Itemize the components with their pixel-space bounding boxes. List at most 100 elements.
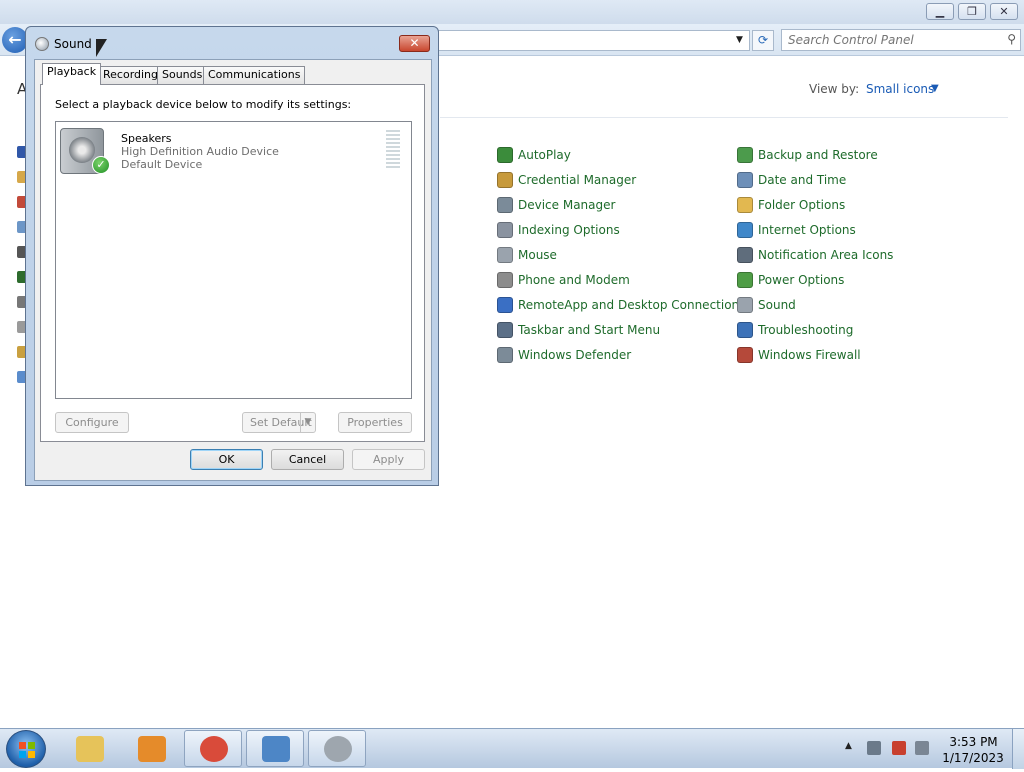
cp-item-indexing-options[interactable]: Indexing Options [497,221,620,239]
chevron-down-icon[interactable]: ▼ [300,413,315,432]
taskbar-button-sound[interactable] [308,730,366,767]
tray-expand-icon[interactable]: ▲ [845,741,852,751]
sound-dialog-icon [35,37,49,51]
date-time-icon [737,172,753,188]
chevron-down-icon[interactable]: ▼ [931,83,939,94]
cp-item-label: Backup and Restore [758,148,878,162]
sound-taskbar-icon [324,736,352,762]
volume-icon[interactable] [915,741,929,755]
show-desktop-button[interactable] [1012,729,1024,769]
cp-item-label: Internet Options [758,223,856,237]
cp-item-label: Taskbar and Start Menu [518,323,661,337]
cp-item-date-and-time[interactable]: Date and Time [737,171,846,189]
set-default-button[interactable]: Set Default ▼ [242,412,316,433]
cp-item-credential-manager[interactable]: Credential Manager [497,171,636,189]
clock-time[interactable]: 3:53 PM [946,735,1001,749]
cp-item-label: Credential Manager [518,173,637,187]
playback-tab-panel: Select a playback device below to modify… [40,84,425,442]
cp-item-device-manager[interactable]: Device Manager [497,196,615,214]
clock-date[interactable]: 1/17/2023 [942,751,1004,765]
device-list[interactable]: ✓ Speakers High Definition Audio Device … [55,121,412,399]
folder-options-icon [737,197,753,213]
cp-item-label: Notification Area Icons [758,248,894,262]
cp-item-label: Power Options [758,273,845,287]
control-panel-titlebar: ▁ ❐ ✕ [0,0,1024,24]
taskbar-button-control-panel[interactable] [246,730,304,767]
sound-icon [737,297,753,313]
cp-item-power-options[interactable]: Power Options [737,271,844,289]
tab-sounds[interactable]: Sounds [157,66,208,84]
cp-item-label: Windows Firewall [758,348,861,362]
device-description: High Definition Audio Device [121,145,279,158]
device-manager-icon [497,197,513,213]
cp-item-windows-defender[interactable]: Windows Defender [497,346,631,364]
indexing-options-icon [497,222,513,238]
cp-item-phone-and-modem[interactable]: Phone and Modem [497,271,630,289]
device-name: Speakers [121,132,172,145]
device-status: Default Device [121,158,203,171]
apply-button[interactable]: Apply [352,449,425,470]
remoteapp-icon [497,297,513,313]
cp-item-taskbar-and-start-menu[interactable]: Taskbar and Start Menu [497,321,660,339]
dialog-title: Sound [54,37,92,51]
divider [440,117,1008,118]
cp-item-notification-area-icons[interactable]: Notification Area Icons [737,246,893,264]
tab-playback[interactable]: Playback [42,63,102,85]
cp-item-label: Date and Time [758,173,847,187]
windows-defender-icon [497,347,513,363]
cp-item-backup-and-restore[interactable]: Backup and Restore [737,146,878,164]
view-by-dropdown[interactable]: Small icons [866,82,934,96]
cp-item-mouse[interactable]: Mouse [497,246,557,264]
cancel-button[interactable]: Cancel [271,449,344,470]
maximize-button[interactable]: ❐ [958,3,986,20]
taskbar-icon [497,322,513,338]
start-button[interactable] [6,730,46,768]
cp-item-label: RemoteApp and Desktop Connections [518,298,746,312]
cp-item-label: Troubleshooting [758,323,854,337]
volume-level-meter [386,130,400,170]
tab-recording[interactable]: Recording [98,66,164,84]
mouse-cursor-icon [96,39,107,57]
cp-item-label: Windows Defender [518,348,632,362]
search-box[interactable]: ⚲ [781,29,1021,51]
network-icon[interactable] [867,741,881,755]
taskbar-button-media-player[interactable] [122,730,180,767]
tab-communications[interactable]: Communications [203,66,306,84]
sound-dialog: Sound ✕ Playback Recording Sounds Commun… [25,26,439,486]
search-icon[interactable]: ⚲ [1007,32,1016,46]
default-check-icon: ✓ [92,156,110,174]
taskbar-button-explorer[interactable] [60,730,118,767]
cp-item-label: Mouse [518,248,557,262]
cp-item-label: Sound [758,298,796,312]
windows-firewall-icon [737,347,753,363]
taskbar-button-chrome[interactable] [184,730,242,767]
cp-item-remoteapp-and-desktop-connections[interactable]: RemoteApp and Desktop Connections [497,296,745,314]
control-panel-icon [262,736,290,762]
address-dropdown-icon[interactable]: ▼ [730,30,750,51]
phone-modem-icon [497,272,513,288]
cp-item-windows-firewall[interactable]: Windows Firewall [737,346,861,364]
refresh-icon[interactable]: ⟳ [752,30,774,51]
address-bar[interactable] [430,30,730,51]
cp-item-folder-options[interactable]: Folder Options [737,196,845,214]
ok-button[interactable]: OK [190,449,263,470]
properties-button[interactable]: Properties [338,412,412,433]
dialog-close-button[interactable]: ✕ [399,35,430,52]
chrome-icon [200,736,228,762]
cp-item-label: Device Manager [518,198,616,212]
cp-item-autoplay[interactable]: AutoPlay [497,146,571,164]
minimize-button[interactable]: ▁ [926,3,954,20]
close-window-button[interactable]: ✕ [990,3,1018,20]
action-center-icon[interactable] [892,741,906,755]
credential-manager-icon [497,172,513,188]
search-input[interactable] [788,32,998,48]
power-options-icon [737,272,753,288]
configure-button[interactable]: Configure [55,412,129,433]
view-by-label: View by: [809,82,860,96]
cp-item-troubleshooting[interactable]: Troubleshooting [737,321,853,339]
instruction-text: Select a playback device below to modify… [55,98,352,111]
cp-item-internet-options[interactable]: Internet Options [737,221,856,239]
file-explorer-icon [76,736,104,762]
internet-options-icon [737,222,753,238]
cp-item-sound[interactable]: Sound [737,296,796,314]
